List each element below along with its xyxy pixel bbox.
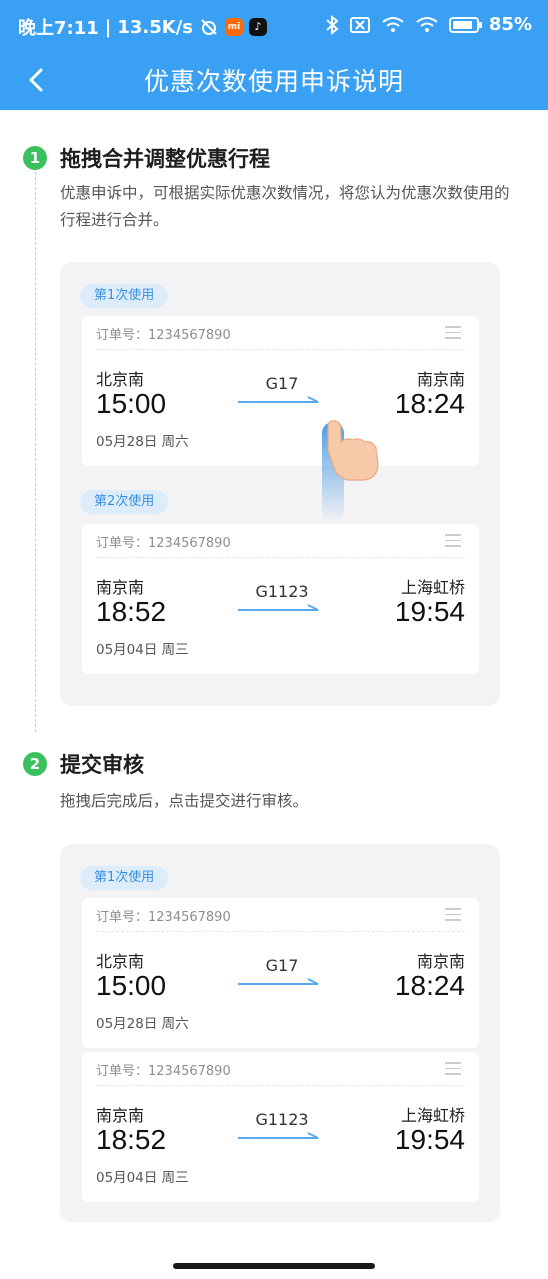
order-number: 订单号：1234567890 — [96, 328, 231, 343]
alarm-off-icon — [201, 19, 217, 35]
arrival-station: 上海虹桥 — [400, 578, 465, 597]
order-number: 订单号：1234567890 — [96, 910, 231, 925]
step-2-number: 2 — [23, 752, 47, 776]
trip-card[interactable]: 订单号：1234567890 南京南 18:52 05月04日 周三 G1123… — [82, 1052, 479, 1202]
trip-card[interactable]: 订单号：1234567890 南京南 18:52 05月04日 周三 G1123… — [82, 524, 479, 674]
usage-tag-1: 第1次使用 — [80, 284, 169, 308]
arrow-right-icon — [238, 396, 319, 403]
drag-handle-icon[interactable] — [445, 1062, 461, 1079]
usage-tag-merged: 第1次使用 — [80, 866, 169, 890]
arrival-station: 上海虹桥 — [400, 1106, 465, 1125]
arrival-time: 19:54 — [394, 1124, 465, 1155]
home-indicator[interactable] — [173, 1263, 375, 1269]
train-number: G17 — [265, 956, 299, 975]
train-number: G1123 — [255, 1110, 309, 1129]
hand-drag-icon — [322, 420, 379, 522]
departure-time: 18:52 — [96, 1124, 167, 1155]
departure-time: 15:00 — [96, 970, 167, 1001]
arrival-time: 19:54 — [394, 596, 465, 627]
card-divider — [96, 349, 465, 350]
arrow-right-icon — [238, 978, 319, 985]
status-time: 晚上7:11 — [18, 18, 99, 39]
arrival-station: 南京南 — [416, 952, 465, 971]
departure-time: 18:52 — [96, 596, 167, 627]
departure-time: 15:00 — [96, 388, 167, 419]
wifi-icon — [416, 16, 438, 32]
top-bar: 晚上7:11 | 13.5K/s mi ♪ 85% 优惠次数使用申诉说明 — [0, 0, 548, 110]
card-divider — [96, 931, 465, 932]
drag-handle-icon[interactable] — [445, 908, 461, 925]
mi-app-icon: mi — [225, 18, 244, 36]
departure-station: 南京南 — [96, 1106, 145, 1125]
status-right: 85% — [325, 14, 532, 35]
trip-date: 05月28日 周六 — [96, 1016, 189, 1032]
departure-station: 北京南 — [96, 952, 145, 971]
drag-handle-icon[interactable] — [445, 326, 461, 343]
trip-date: 05月04日 周三 — [96, 1170, 189, 1186]
page-title: 优惠次数使用申诉说明 — [143, 67, 404, 96]
step-1-number: 1 — [23, 146, 47, 170]
arrival-station: 南京南 — [416, 370, 465, 389]
step-1-demo-panel: 第1次使用 订单号：1234567890 北京南 15:00 05月28日 周六… — [60, 262, 500, 706]
trip-card[interactable]: 订单号：1234567890 北京南 15:00 05月28日 周六 G17 南… — [82, 316, 479, 466]
step-1-description: 优惠申诉中，可根据实际优惠次数情况，将您认为优惠次数使用的行程进行合并。 — [60, 184, 510, 229]
order-number: 订单号：1234567890 — [96, 1064, 231, 1079]
sim-off-icon — [349, 16, 370, 33]
step-2-description: 拖拽后完成后，点击提交进行审核。 — [60, 792, 309, 810]
battery-icon — [448, 16, 482, 33]
status-bar: 晚上7:11 | 13.5K/s mi ♪ 85% — [0, 0, 548, 52]
step-1-title: 拖拽合并调整优惠行程 — [60, 147, 270, 171]
trip-card[interactable]: 订单号：1234567890 北京南 15:00 05月28日 周六 G17 南… — [82, 898, 479, 1048]
card-divider — [96, 557, 465, 558]
timeline-line — [35, 172, 36, 732]
usage-tag-2: 第2次使用 — [80, 490, 169, 514]
tiktok-app-icon: ♪ — [249, 18, 268, 36]
train-number: G17 — [265, 374, 299, 393]
arrival-time: 18:24 — [394, 388, 465, 419]
train-number: G1123 — [255, 582, 309, 601]
order-number: 订单号：1234567890 — [96, 536, 231, 551]
arrival-time: 18:24 — [394, 970, 465, 1001]
nav-header: 优惠次数使用申诉说明 — [0, 52, 548, 110]
network-speed: 13.5K/s — [117, 16, 194, 38]
card-divider — [96, 1085, 465, 1086]
bluetooth-icon — [326, 14, 339, 35]
arrow-right-icon — [238, 1132, 319, 1139]
step-2-title: 提交审核 — [60, 753, 144, 777]
wifi-calling-icon — [382, 16, 404, 32]
status-separator: | — [104, 16, 112, 38]
trip-date: 05月28日 周六 — [96, 434, 189, 450]
arrow-right-icon — [238, 604, 319, 611]
drag-handle-icon[interactable] — [445, 534, 461, 551]
trip-date: 05月04日 周三 — [96, 642, 189, 658]
departure-station: 南京南 — [96, 578, 145, 597]
step-2-demo-panel: 第1次使用 订单号：1234567890 北京南 15:00 05月28日 周六… — [60, 844, 500, 1222]
battery-level: 85% — [488, 14, 532, 35]
status-left: 晚上7:11 | 13.5K/s mi ♪ — [18, 14, 268, 40]
departure-station: 北京南 — [96, 370, 145, 389]
